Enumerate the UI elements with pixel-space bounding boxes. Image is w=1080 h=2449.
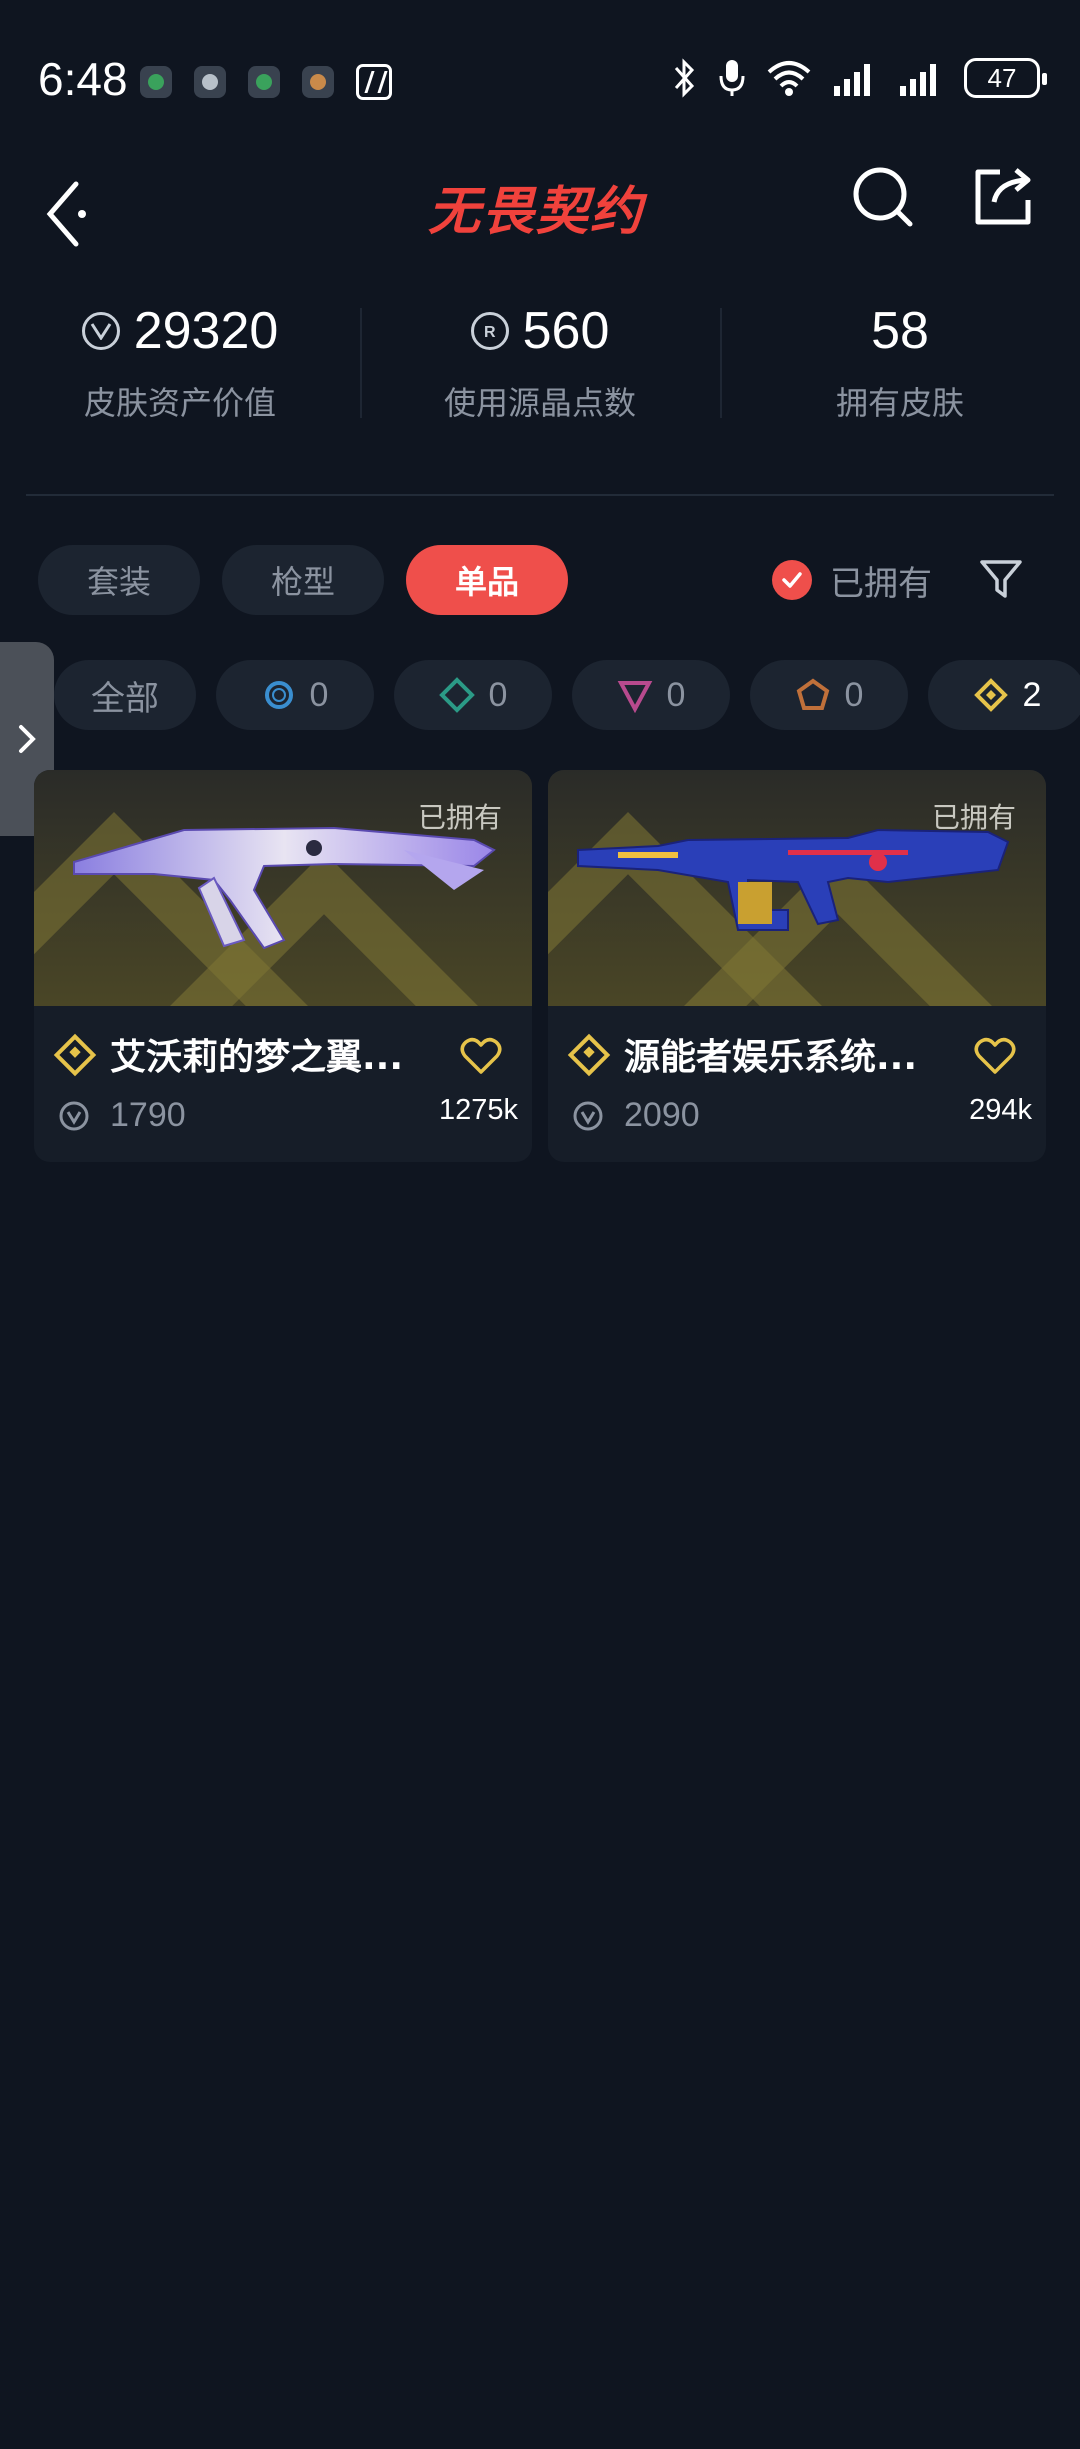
skin-info: 艾沃莉的梦之翼... 1790 1275k — [34, 1006, 532, 1162]
system-icons: 47 — [672, 58, 1047, 98]
skin-price: 1790 — [58, 1096, 186, 1135]
top-nav: 无畏契约 — [0, 150, 1080, 300]
rarity-filter-deluxe[interactable]: 0 — [394, 660, 552, 730]
vp-coin-icon — [81, 312, 120, 350]
vp-coin-icon — [59, 1101, 89, 1130]
nfc-icon — [356, 64, 392, 100]
filter-icon[interactable] — [978, 556, 1024, 602]
skin-info: 源能者娱乐系统... 2090 294k — [548, 1006, 1046, 1162]
asset-stats: 29320 皮肤资产价值 R 560 使用源晶点数 58 拥有皮肤 — [0, 290, 1080, 450]
app-notification-icon — [248, 66, 280, 98]
rarity-count: 0 — [309, 675, 329, 714]
stat-label: 拥有皮肤 — [835, 384, 964, 422]
microphone-icon — [719, 60, 745, 96]
skin-card[interactable]: 已拥有 源能者娱乐系统... 2090 294k — [548, 770, 1046, 1162]
rarity-count: 2 — [1022, 675, 1042, 714]
stat-value: 29320 — [133, 302, 279, 360]
owned-tag: 已拥有 — [931, 801, 1016, 834]
premium-edition-icon — [617, 681, 652, 713]
exclusive-edition-icon — [53, 1033, 97, 1077]
svg-text:R: R — [484, 324, 496, 341]
status-bar: 6:48 47 — [0, 0, 1080, 150]
stat-skin-asset-value: 29320 皮肤资产价值 — [0, 290, 360, 450]
stat-label: 使用源晶点数 — [443, 384, 636, 422]
notification-icons — [140, 64, 392, 100]
bluetooth-icon — [674, 58, 695, 98]
skin-name: 艾沃莉的梦之翼... — [110, 1037, 404, 1078]
back-button[interactable] — [38, 170, 98, 250]
rarity-filter-all[interactable]: 全部 — [54, 660, 196, 730]
signal-icon — [900, 64, 936, 96]
skin-name: 源能者娱乐系统... — [624, 1037, 918, 1078]
skin-price-value: 1790 — [110, 1096, 186, 1134]
rarity-filter-row: 全部 0 0 0 0 2 — [54, 660, 1080, 730]
owned-filter-toggle[interactable]: 已拥有 — [772, 555, 932, 605]
rarity-filter-ultra[interactable]: 0 — [750, 660, 908, 730]
category-tabs: 套装 枪型 单品 — [38, 545, 568, 615]
skin-image: 已拥有 — [548, 770, 1046, 1006]
rarity-count: 0 — [844, 675, 864, 714]
app-notification-icon — [302, 66, 334, 98]
ultra-edition-icon — [796, 678, 829, 710]
app-logo-title: 无畏契约 — [428, 181, 645, 242]
exclusive-edition-icon — [973, 678, 1008, 712]
rarity-filter-select[interactable]: 0 — [216, 660, 374, 730]
owned-tag: 已拥有 — [417, 801, 502, 834]
tab-weapon-type[interactable]: 枪型 — [222, 545, 384, 615]
skin-card[interactable]: 已拥有 艾沃莉的梦之翼... 1790 1275k — [34, 770, 532, 1162]
signal-icon — [834, 64, 870, 96]
stat-label: 皮肤资产价值 — [83, 384, 276, 422]
skin-image: 已拥有 — [34, 770, 532, 1006]
exclusive-edition-icon — [567, 1033, 611, 1077]
select-edition-icon — [264, 681, 293, 709]
checkmark-icon — [772, 560, 812, 600]
wifi-icon — [767, 61, 811, 96]
tab-bundles[interactable]: 套装 — [38, 545, 200, 615]
favorite-heart-icon[interactable] — [460, 1036, 502, 1076]
chevron-right-icon — [19, 725, 36, 753]
share-icon[interactable] — [970, 164, 1036, 230]
stat-value: 58 — [871, 302, 929, 360]
rarity-count: 0 — [488, 675, 508, 714]
deluxe-edition-icon — [438, 677, 475, 713]
skin-price: 2090 — [572, 1096, 700, 1135]
rarity-count: 0 — [666, 675, 686, 714]
status-time: 6:48 — [38, 53, 128, 105]
divider — [26, 494, 1054, 496]
rarity-filter-exclusive[interactable]: 2 — [928, 660, 1080, 730]
battery-indicator: 47 — [964, 58, 1047, 98]
skin-view-count: 294k — [969, 1094, 1032, 1126]
rarity-filter-premium[interactable]: 0 — [572, 660, 730, 730]
app-notification-icon — [140, 66, 172, 98]
stat-value: 560 — [522, 302, 610, 360]
stat-radianite-points: R 560 使用源晶点数 — [360, 290, 720, 450]
vp-coin-icon — [573, 1101, 603, 1130]
skin-view-count: 1275k — [438, 1094, 518, 1126]
skin-grid: 已拥有 艾沃莉的梦之翼... 1790 1275k 已拥有 源能者娱乐系统...… — [34, 770, 1046, 1162]
owned-filter-label: 已拥有 — [830, 563, 932, 604]
search-icon[interactable] — [850, 164, 916, 230]
skin-price-value: 2090 — [624, 1096, 700, 1134]
favorite-heart-icon[interactable] — [974, 1036, 1016, 1076]
rarity-filter-label: 全部 — [91, 678, 159, 719]
stat-owned-skins: 58 拥有皮肤 — [720, 290, 1080, 450]
radianite-coin-icon: R — [470, 312, 509, 350]
tab-single-items[interactable]: 单品 — [406, 545, 568, 615]
app-notification-icon — [194, 66, 226, 98]
